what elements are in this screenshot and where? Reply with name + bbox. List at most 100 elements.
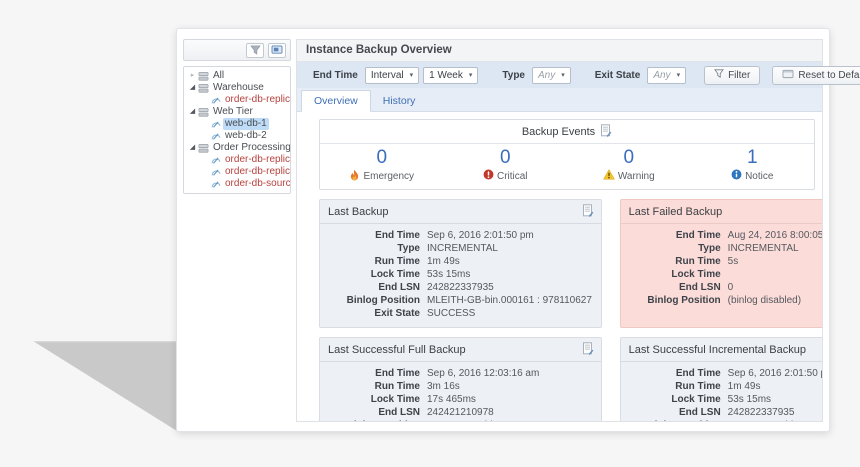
- sidebar-view-button[interactable]: [268, 42, 286, 58]
- interval-select[interactable]: Interval ▾: [364, 66, 420, 84]
- document-icon: [600, 124, 612, 140]
- period-select[interactable]: 1 Week ▾: [423, 66, 479, 84]
- detail-value: 242822337935: [727, 407, 795, 418]
- detail-label: End LSN: [378, 282, 420, 293]
- detail-row: Run Time 3m 16s: [328, 380, 593, 393]
- tree-item-order-db-replica-2[interactable]: order-db-replica-2: [186, 94, 290, 106]
- filter-button[interactable]: Filter: [704, 65, 761, 85]
- detail-value: 242421210978: [427, 407, 494, 418]
- document-icon: [582, 204, 594, 220]
- page-title: Instance Backup Overview: [297, 40, 822, 62]
- chevron-down-icon: ▾: [676, 72, 681, 79]
- type-select[interactable]: Any ▾: [532, 66, 571, 84]
- sidebar-filter-button[interactable]: [246, 42, 264, 58]
- last-incremental-backup-title: Last Successful Incremental Backup: [628, 344, 806, 356]
- detail-label: Lock Time: [671, 269, 721, 280]
- gauge-icon: [211, 167, 221, 177]
- app-window: ▸All◢Warehouseorder-db-replica-2◢Web Tie…: [176, 28, 860, 432]
- detail-row: Binlog PositionMLEITH-GB-bin.000161 : 97…: [629, 419, 822, 421]
- chevron-down-icon: ▾: [409, 72, 414, 79]
- detail-value: MLEITH-GB-bin.000161 : 757143943: [427, 419, 593, 421]
- tree-item-label: Warehouse: [213, 82, 264, 93]
- exit-state-label: Exit State: [594, 69, 641, 81]
- detail-label: Type: [397, 243, 420, 254]
- type-label: Type: [502, 69, 525, 81]
- detail-row: End LSN 242421210978: [328, 406, 593, 419]
- detail-row: Type INCREMENTAL: [629, 242, 822, 255]
- last-failed-backup-card: Last Failed Backup End Time Aug 24, 2016 …: [619, 199, 822, 328]
- expanded-icon[interactable]: ◢: [188, 82, 197, 94]
- cards-grid: Last Backup End Time Sep 6, 2016 2:01:50 …: [319, 199, 822, 421]
- detail-label: Run Time: [675, 256, 721, 267]
- last-incremental-backup-details: End Time Sep 6, 2016 2:01:50 pm Run Time 1m…: [621, 362, 822, 421]
- gauge-icon: [211, 119, 221, 129]
- tree-item-order-db-replica-2[interactable]: order-db-replica-2: [186, 166, 291, 178]
- last-backup-title: Last Backup: [328, 206, 389, 218]
- detail-label: End LSN: [679, 407, 721, 418]
- backup-events-title: Backup Events: [521, 126, 596, 138]
- last-full-backup-details: End Time Sep 6, 2016 12:03:16 am Run Time 3…: [320, 362, 601, 421]
- tree-item-label: order-db-source: [225, 178, 291, 189]
- event-emergency: 0 Emergency: [320, 147, 444, 184]
- tree-item-label: Order Processing: [213, 142, 291, 153]
- detail-value: Sep 6, 2016 2:01:50 pm: [727, 368, 822, 379]
- tab-history[interactable]: History: [371, 91, 428, 111]
- interval-value: Interval: [370, 69, 404, 81]
- warning-icon: [602, 169, 615, 183]
- detail-value: Sep 6, 2016 2:01:50 pm: [427, 230, 534, 241]
- tree-item-label: web-db-2: [225, 130, 267, 141]
- detail-value: 53s 15ms: [727, 394, 772, 405]
- events-report-button[interactable]: [600, 124, 612, 140]
- tree-item-All[interactable]: ▸ All: [186, 70, 288, 82]
- detail-value: SUCCESS: [427, 308, 476, 319]
- exit-state-select[interactable]: Any ▾: [647, 66, 687, 84]
- detail-label: Lock Time: [671, 394, 721, 405]
- last-backup-report-button[interactable]: [582, 204, 594, 220]
- backup-events-card: Backup Events 0 Emergency 0 Critical 0 W…: [319, 119, 815, 190]
- tree-item-Order Processing[interactable]: ◢ Order Processing: [186, 142, 291, 154]
- warning-count: 0: [623, 147, 635, 168]
- tab-overview[interactable]: Overview: [301, 90, 371, 112]
- detail-label: Run Time: [374, 381, 420, 392]
- gauge-icon: [211, 95, 221, 105]
- tree-item-Web Tier[interactable]: ◢ Web Tier: [186, 106, 288, 118]
- event-critical: 0 Critical: [444, 147, 568, 184]
- last-backup-card: Last Backup End Time Sep 6, 2016 2:01:50 …: [319, 199, 602, 328]
- detail-row: Lock Time: [629, 268, 822, 281]
- detail-row: Lock Time 17s 465ms: [328, 393, 593, 406]
- tree-item-order-db-source[interactable]: order-db-source: [186, 178, 291, 190]
- overview-content: Backup Events 0 Emergency 0 Critical 0 W…: [297, 112, 822, 421]
- tree-item-Warehouse[interactable]: ◢ Warehouse: [186, 82, 288, 94]
- tree-item-web-db-2[interactable]: web-db-2: [186, 130, 288, 142]
- document-icon: [582, 342, 594, 358]
- tree-item-order-db-replica-1[interactable]: order-db-replica-1: [186, 154, 290, 166]
- tree-item-web-db-1[interactable]: web-db-1: [186, 118, 288, 130]
- detail-label: Binlog Position: [328, 419, 427, 421]
- detail-value: MLEITH-GB-bin.000161 : 978110627: [427, 295, 592, 306]
- detail-label: Lock Time: [370, 394, 420, 405]
- reset-to-default-button[interactable]: Reset to Default: [772, 65, 860, 85]
- detail-row: Binlog PositionMLEITH-GB-bin.000161 : 75…: [328, 419, 593, 421]
- collapsed-icon[interactable]: ▸: [188, 70, 197, 82]
- monitor-icon: [271, 43, 283, 58]
- sidebar-toolbar: [183, 39, 291, 61]
- last-incremental-backup-card: Last Successful Incremental Backup End T…: [619, 337, 822, 421]
- expanded-icon[interactable]: ◢: [188, 142, 197, 154]
- chevron-down-icon: ▾: [468, 72, 473, 79]
- detail-row: Type INCREMENTAL: [328, 242, 593, 255]
- detail-value: MLEITH-GB-bin.000161 : 978110627: [728, 419, 822, 421]
- detail-label: End Time: [675, 230, 721, 241]
- chevron-down-icon: ▾: [561, 72, 565, 79]
- expanded-icon[interactable]: ◢: [188, 106, 197, 118]
- detail-value: 1m 49s: [727, 381, 761, 392]
- main-panel: Instance Backup Overview End Time Interv…: [296, 39, 860, 422]
- tree-item-label: Web Tier: [213, 106, 253, 117]
- tree-item-label: order-db-replica-2: [225, 166, 291, 177]
- detail-value: 5s: [727, 256, 739, 267]
- detail-label: Run Time: [675, 381, 721, 392]
- detail-value: Aug 24, 2016 8:00:05 am: [727, 230, 822, 241]
- last-full-backup-report-button[interactable]: [582, 342, 594, 358]
- emergency-label: Emergency: [363, 171, 415, 182]
- detail-row: Run Time 1m 49s: [629, 380, 822, 393]
- detail-value: INCREMENTAL: [427, 243, 498, 254]
